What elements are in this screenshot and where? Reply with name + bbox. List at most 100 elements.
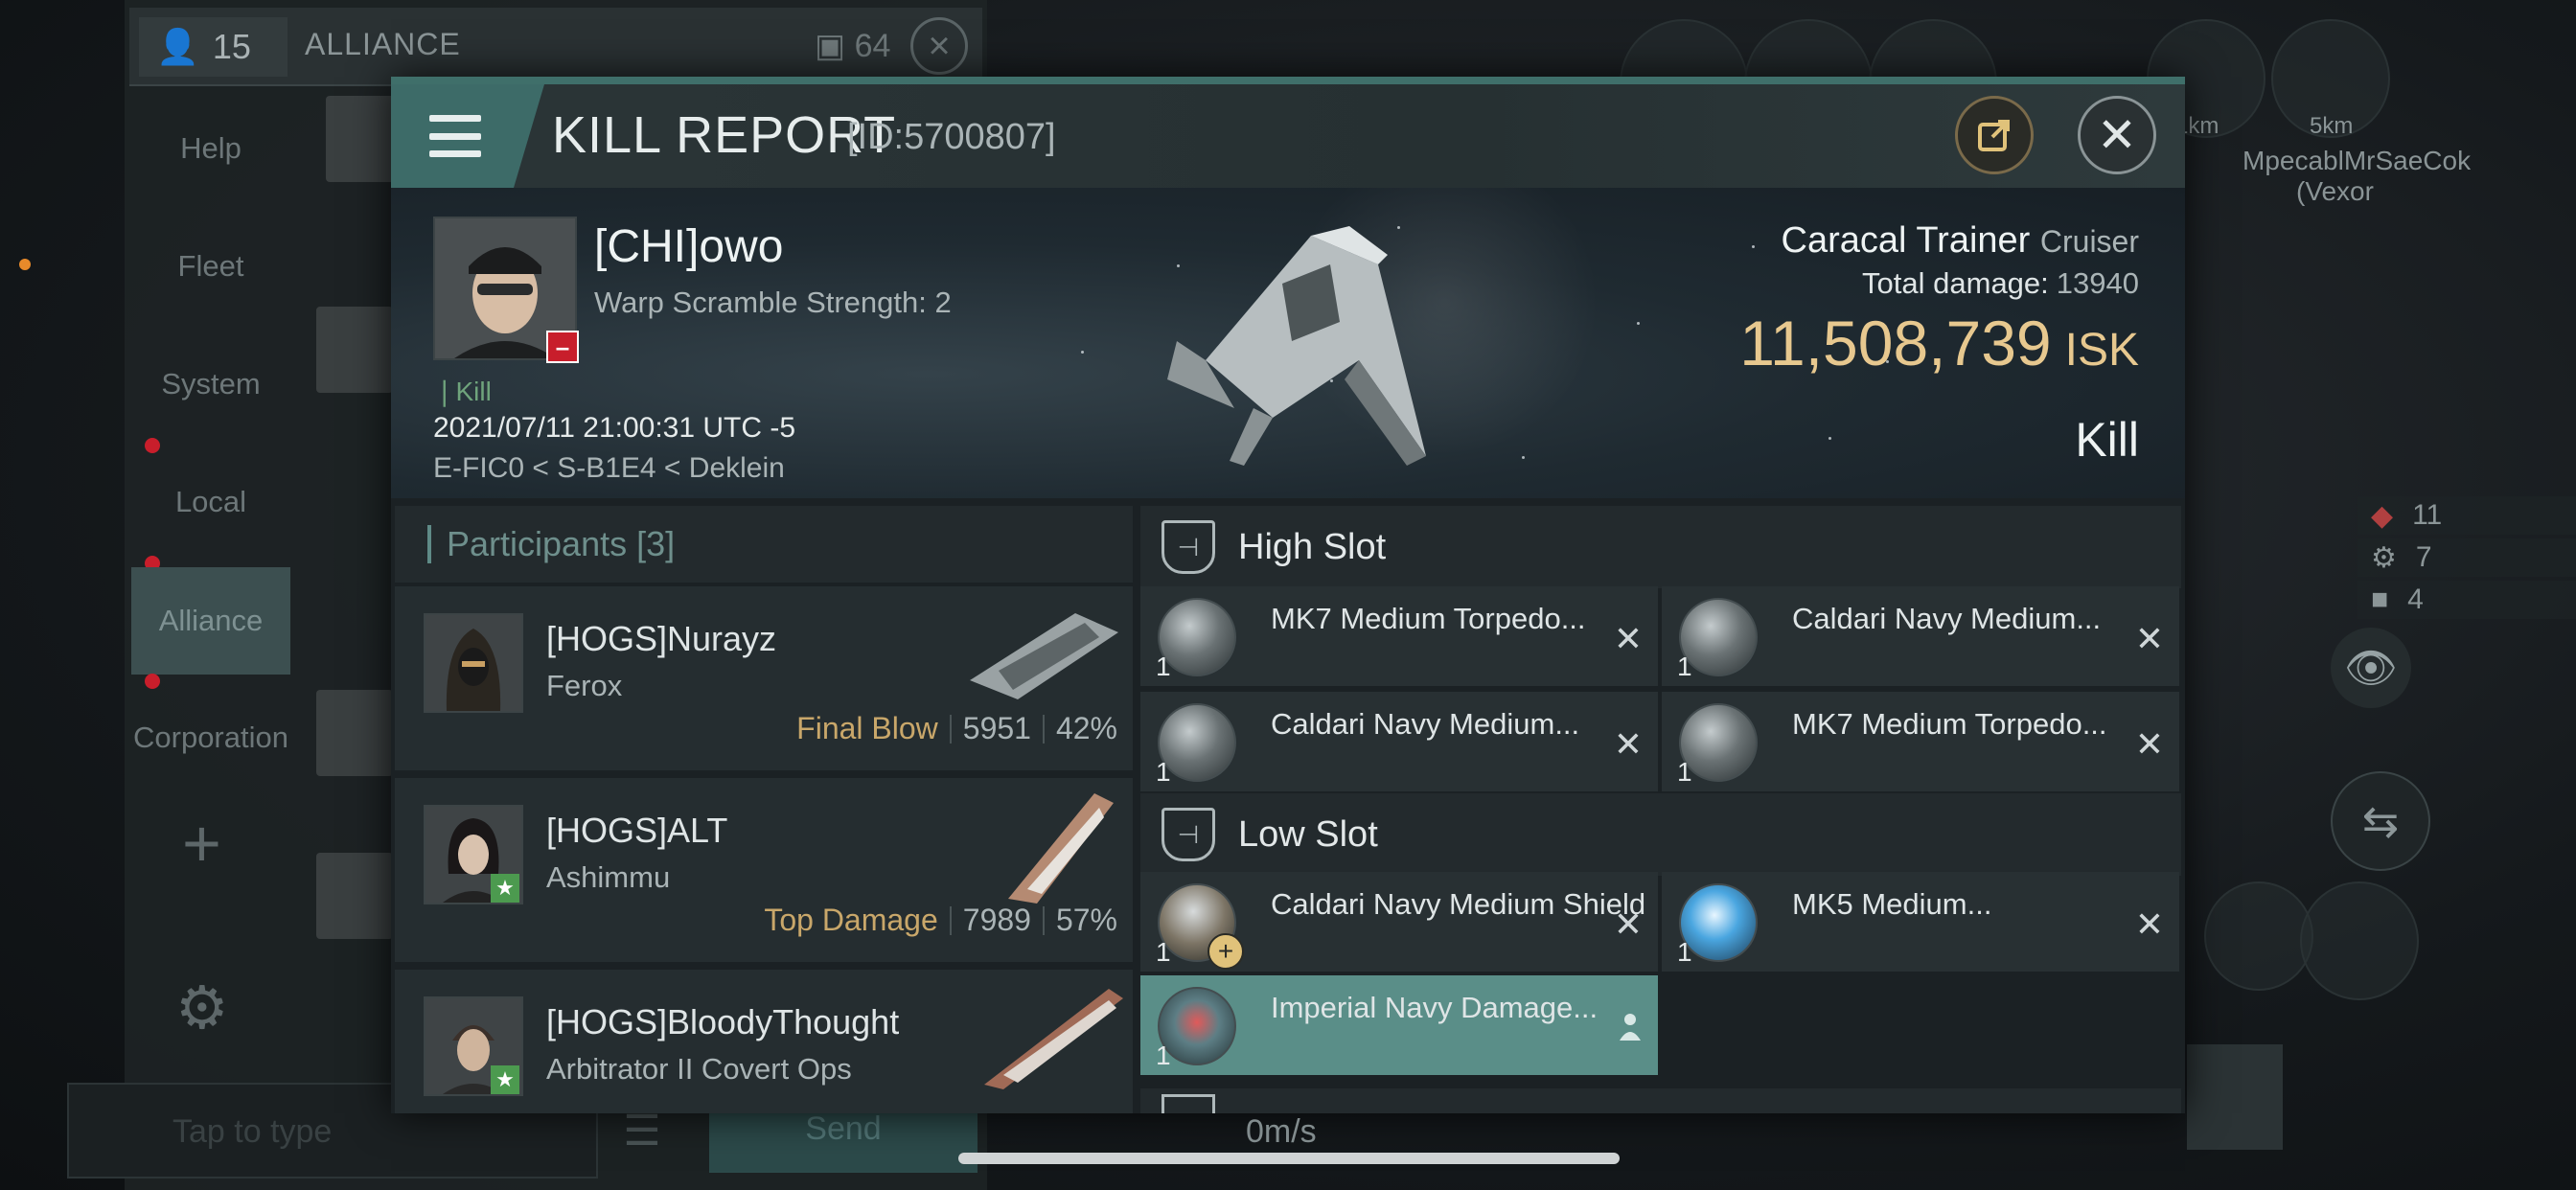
- chat-avatar: [316, 307, 393, 393]
- module-item[interactable]: 1 MK7 Medium Torpedo... ✕: [1140, 586, 1658, 686]
- close-button[interactable]: ✕: [2078, 96, 2156, 174]
- module-button[interactable]: [2300, 881, 2419, 1000]
- stat-row: ⚙ 7: [2358, 538, 2576, 577]
- module-item[interactable]: 1 Imperial Navy Damage...: [1140, 975, 1658, 1075]
- victim-name[interactable]: [CHI]owo: [594, 220, 783, 273]
- eye-icon[interactable]: 👁: [2331, 628, 2411, 708]
- module-name: Imperial Navy Damage...: [1271, 991, 1598, 1024]
- chat-icon: ▣: [815, 28, 846, 64]
- share-button[interactable]: [1955, 96, 2034, 174]
- module-quantity: 1: [1677, 757, 1692, 787]
- person-icon: 👤: [156, 27, 199, 66]
- high-slot-icon: ⊣: [1162, 520, 1215, 574]
- participant-percent: 42%: [1055, 711, 1117, 745]
- page-title: KILL REPORT: [552, 106, 897, 164]
- destroyed-icon: ✕: [2134, 904, 2164, 944]
- status-dot: [19, 259, 31, 270]
- home-indicator[interactable]: [958, 1153, 1620, 1164]
- avatar: [424, 613, 523, 713]
- menu-icon: [429, 115, 481, 157]
- divider: [949, 714, 952, 744]
- module-button[interactable]: [2204, 881, 2313, 991]
- high-slot-header: ⊣ High Slot: [1140, 506, 2181, 588]
- warp-scramble-text: Warp Scramble Strength: 2: [594, 286, 952, 319]
- target-pilot: MpecablMrSaeCok: [2242, 146, 2472, 175]
- participant-damage: 5951: [962, 711, 1031, 745]
- nav-item-alliance[interactable]: Alliance: [131, 567, 290, 675]
- dropped-icon: [1620, 1014, 1641, 1041]
- module-item[interactable]: 1 MK5 Medium... ✕: [1662, 872, 2179, 972]
- divider: [1042, 714, 1045, 744]
- header-bar: [427, 525, 431, 563]
- destroyed-icon: ✕: [1613, 724, 1643, 764]
- module-name: Caldari Navy Medium...: [1271, 707, 1580, 741]
- participant-card[interactable]: [HOGS]Nurayz Ferox Final Blow 5951 42%: [395, 586, 1133, 770]
- chat-avatar: [316, 690, 393, 776]
- nav-item-fleet[interactable]: Fleet: [131, 214, 290, 319]
- add-channel-icon[interactable]: +: [182, 805, 221, 881]
- module-name: MK5 Medium...: [1792, 887, 1992, 921]
- unread-count[interactable]: ▣ 64: [815, 27, 890, 65]
- destroyed-icon: ✕: [1613, 619, 1643, 658]
- ship-render: [1167, 226, 1426, 466]
- hostile-badge: –: [546, 331, 579, 363]
- participant-ship: Arbitrator II Covert Ops: [546, 1052, 852, 1086]
- chat-close-icon[interactable]: ×: [910, 17, 968, 75]
- participant-stats: Top Damage 7989 57%: [764, 903, 1117, 938]
- module-item[interactable]: 1 MK7 Medium Torpedo... ✕: [1662, 692, 2179, 791]
- nav-item-help[interactable]: Help: [131, 96, 290, 201]
- participant-ship: Ashimmu: [546, 860, 671, 894]
- participant-name: [HOGS]Nurayz: [546, 619, 777, 658]
- participant-ship: Ferox: [546, 669, 623, 702]
- destroyed-icon: ✕: [2134, 619, 2164, 658]
- ship-render: [970, 613, 1118, 699]
- nav-item-system[interactable]: System: [131, 332, 290, 437]
- participants-header: Participants [3]: [395, 506, 1133, 583]
- module-quantity: 1: [1156, 652, 1171, 681]
- nav-item-local[interactable]: Local: [131, 449, 290, 555]
- module-item[interactable]: 1 Caldari Navy Medium... ✕: [1662, 586, 2179, 686]
- member-count-button[interactable]: 👤 15: [139, 17, 288, 77]
- module-item[interactable]: + 1 Caldari Navy Medium Shield ... ✕: [1140, 872, 1658, 972]
- chat-sidebar: Help Fleet System Local Alliance Corpora…: [129, 96, 292, 1179]
- plus-icon: +: [1208, 933, 1244, 970]
- star-badge: ★: [491, 1065, 519, 1094]
- kill-tag-bar: ❘: [433, 377, 456, 406]
- module-quantity: 1: [1156, 1041, 1171, 1070]
- result-label: Kill: [2075, 413, 2139, 467]
- module-quantity: 1: [1677, 937, 1692, 967]
- close-icon: ✕: [2097, 108, 2137, 162]
- isk-value: 11,508,739 ISK: [1739, 308, 2139, 378]
- cargo-icon[interactable]: [2187, 1044, 2283, 1150]
- kill-location[interactable]: E-FIC0 < S-B1E4 < Deklein: [433, 452, 785, 485]
- star-badge: ★: [491, 874, 519, 903]
- ship-name[interactable]: Caracal Trainer: [1782, 220, 2031, 261]
- total-damage: Total damage: 13940: [1862, 266, 2139, 300]
- ship-render: [1008, 793, 1114, 904]
- low-slot-header: ⊣ Low Slot: [1140, 793, 2181, 876]
- target-distance: 5km: [2310, 113, 2354, 139]
- module-quantity: 1: [1677, 652, 1692, 681]
- participant-role: Top Damage: [764, 903, 938, 937]
- speed-readout: 0m/s: [1246, 1113, 1317, 1150]
- ship-info: Caracal Trainer Cruiser: [1572, 220, 2139, 262]
- module-item[interactable]: 1 Caldari Navy Medium... ✕: [1140, 692, 1658, 791]
- kill-timestamp: 2021/07/11 21:00:31 UTC -5: [433, 412, 796, 444]
- low-slot-icon: ⊣: [1162, 808, 1215, 861]
- drone-icon: ⚙: [2371, 541, 2397, 574]
- module-name: MK7 Medium Torpedo...: [1792, 707, 2107, 741]
- destroyed-icon: ✕: [2134, 724, 2164, 764]
- participant-card[interactable]: ★ [HOGS]BloodyThought Arbitrator II Cove…: [395, 970, 1133, 1113]
- square-icon: ■: [2371, 584, 2389, 615]
- target-icon: ◆: [2371, 499, 2394, 532]
- nav-item-corporation[interactable]: Corporation: [131, 685, 290, 790]
- participant-card[interactable]: ★ [HOGS]ALT Ashimmu Top Damage 7989 57%: [395, 778, 1133, 962]
- chat-avatar: [316, 853, 393, 939]
- divider: [1042, 905, 1045, 935]
- participant-role: Final Blow: [796, 711, 938, 745]
- header-accent: [391, 77, 2185, 84]
- swap-icon[interactable]: ⇆: [2331, 771, 2430, 871]
- participant-name: [HOGS]ALT: [546, 811, 728, 850]
- gear-icon[interactable]: ⚙: [175, 973, 229, 1042]
- ship-render: [984, 989, 1123, 1089]
